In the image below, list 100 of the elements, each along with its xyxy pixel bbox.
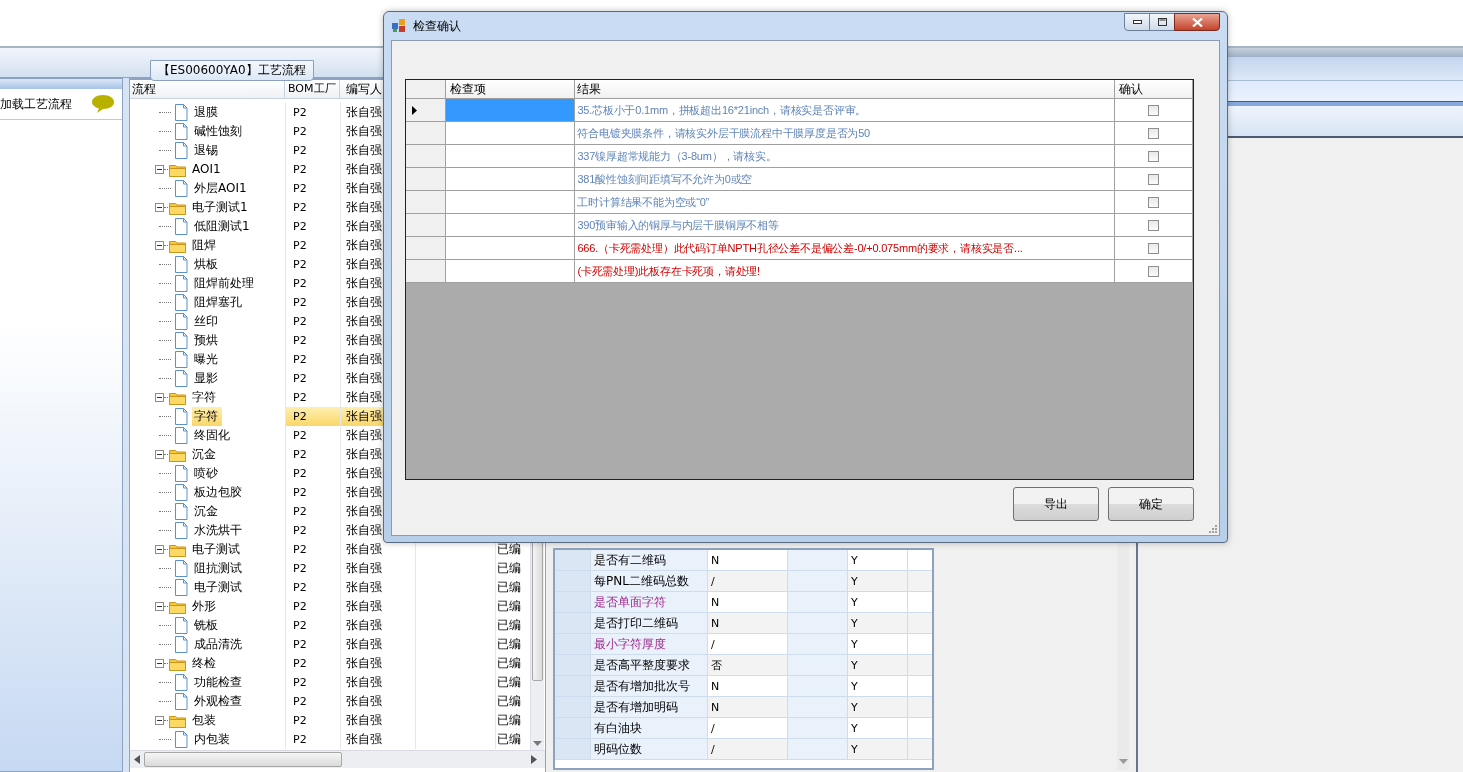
table-cell: P2 [285,502,340,521]
tree-item[interactable]: 内包装 [192,730,234,749]
checkbox[interactable] [1148,104,1160,116]
checkbox[interactable] [1148,219,1160,231]
table-cell[interactable] [445,99,576,122]
table-cell[interactable] [445,237,576,260]
table-cell: 已编 [497,636,521,653]
table-cell: P2 [285,483,340,502]
speech-bubble-icon[interactable] [91,94,115,114]
tree-item[interactable]: 功能检查 [192,673,246,692]
checkbox[interactable] [1148,196,1160,208]
collapse-icon[interactable] [155,450,164,459]
document-icon [174,484,188,501]
tree-item[interactable]: 阻焊前处理 [192,274,258,293]
collapse-icon[interactable] [155,393,164,402]
tree-item[interactable]: 阻焊塞孔 [192,293,246,312]
scroll-right-icon[interactable] [531,755,537,764]
table-cell: 已编 [497,541,521,558]
table-cell: P2 [285,578,340,597]
checkbox[interactable] [1148,242,1160,254]
tree-item[interactable]: 低阻测试1 [192,217,254,236]
dialog-button[interactable]: 导出 [1013,487,1099,521]
maximize-icon [1157,18,1167,26]
tree-item[interactable]: 退锡 [192,141,222,160]
document-icon [174,636,188,653]
scrollbar-thumb[interactable] [144,752,342,767]
table-cell[interactable] [445,214,576,237]
tree-item[interactable]: 曝光 [192,350,222,369]
tree-item[interactable]: 显影 [192,369,222,388]
scrollbar[interactable] [130,750,545,768]
dialog-button[interactable]: 确定 [1108,487,1194,521]
collapse-icon[interactable] [155,165,164,174]
table-cell: 张自强 [340,711,415,730]
document-icon [174,503,188,520]
close-button[interactable] [1174,13,1220,31]
tree-item[interactable]: 水洗烘干 [192,521,246,540]
tree-item[interactable]: 外层AOI1 [192,179,251,198]
tree-item[interactable]: 字符 [190,388,220,407]
table-cell[interactable] [445,145,576,168]
column-header[interactable]: BOM工厂 [285,80,340,98]
collapse-icon[interactable] [155,602,164,611]
collapse-icon[interactable] [155,716,164,725]
table-cell[interactable] [445,168,576,191]
tree-item[interactable]: 碱性蚀刻 [192,122,246,141]
tree-item[interactable]: 铣板 [192,616,222,635]
table-cell: P2 [285,597,340,616]
tree-item[interactable]: 成品清洗 [192,635,246,654]
maximize-button[interactable] [1149,13,1175,31]
scroll-down-icon[interactable] [1118,759,1128,764]
checkbox[interactable] [1148,150,1160,162]
tree-item[interactable]: 阻抗测试 [192,559,246,578]
close-icon [1191,17,1203,27]
table-cell[interactable] [445,260,576,283]
tree-item[interactable]: 电子测试 [190,540,244,559]
checkbox[interactable] [1148,173,1160,185]
table-cell: P2 [285,426,340,445]
tree-item[interactable]: 包装 [190,711,220,730]
tree-item[interactable]: 预烘 [192,331,222,350]
resize-grip-icon[interactable] [1208,524,1217,533]
tree-item[interactable]: 外观检查 [192,692,246,711]
column-header[interactable]: 确认 [1115,80,1193,99]
table-cell[interactable] [445,191,576,214]
folder-icon [169,390,186,405]
scroll-down-icon[interactable] [533,741,542,746]
table-cell[interactable] [445,122,576,145]
tree-item[interactable]: 电子测试 [192,578,246,597]
tree-item[interactable]: 烘板 [192,255,222,274]
tree-item[interactable]: 电子测试1 [190,198,252,217]
minimize-button[interactable] [1124,13,1150,31]
row-header[interactable] [406,99,446,122]
panel-title[interactable]: 加载工艺流程 [0,95,72,113]
tree-item[interactable]: 板边包胶 [192,483,246,502]
table-cell: 337镍厚超常规能力（3-8um），请核实。 [575,145,1116,168]
collapse-icon[interactable] [155,659,164,668]
checkbox[interactable] [1148,265,1160,277]
collapse-icon[interactable] [155,203,164,212]
tree-item[interactable]: 外形 [190,597,220,616]
collapse-icon[interactable] [155,545,164,554]
table-cell: 是否有增加明码 [591,697,708,717]
tree-item[interactable]: 退膜 [192,103,222,122]
tab[interactable]: 【ES00600YA0】工艺流程 [150,60,314,81]
collapse-icon[interactable] [155,241,164,250]
folder-icon [169,656,186,671]
column-header[interactable]: 流程 [130,80,285,98]
column-header[interactable]: 结果 [575,80,1116,99]
checkbox[interactable] [1148,127,1160,139]
tree-item[interactable]: 阻焊 [190,236,220,255]
scroll-left-icon[interactable] [134,755,140,764]
column-header[interactable]: 检查项 [445,80,576,99]
tree-item[interactable]: 终检 [190,654,220,673]
tree-item[interactable]: 沉金 [190,445,220,464]
tree-item[interactable]: 丝印 [192,312,222,331]
table-cell: 张自强 [340,730,415,749]
tree-item[interactable]: 终固化 [192,426,234,445]
tree-item[interactable]: 沉金 [192,502,222,521]
document-icon [174,579,188,596]
tree-item[interactable]: 字符 [192,407,222,426]
tree-item[interactable]: 喷砂 [192,464,222,483]
table-cell: P2 [285,464,340,483]
tree-item[interactable]: AOI1 [190,160,225,179]
